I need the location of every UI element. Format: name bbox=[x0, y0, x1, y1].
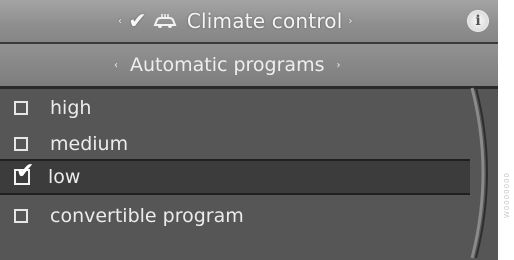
check-icon: ✔ bbox=[128, 8, 147, 34]
title-right-arrow-icon[interactable]: › bbox=[349, 16, 353, 27]
section-title-group[interactable]: ‹ Automatic programs › bbox=[114, 52, 340, 78]
checkbox-icon[interactable] bbox=[14, 101, 28, 115]
section-left-arrow-icon[interactable]: ‹ bbox=[114, 60, 118, 71]
checkbox-icon[interactable] bbox=[14, 209, 28, 223]
section-header: ‹ Automatic programs › bbox=[0, 44, 498, 89]
idrive-screen: ‹ ✔ Climate control › i ‹ Automatic prog… bbox=[0, 0, 498, 260]
page-title: Climate control bbox=[186, 9, 343, 33]
checkmark-icon: ✔ bbox=[16, 159, 35, 184]
checked-checkbox-icon[interactable]: ✔ bbox=[14, 161, 34, 185]
program-label: low bbox=[48, 166, 81, 188]
section-right-arrow-icon[interactable]: › bbox=[336, 60, 340, 71]
program-item-low[interactable]: ✔ low bbox=[0, 159, 470, 195]
program-label: high bbox=[50, 97, 92, 119]
program-item-convertible[interactable]: convertible program bbox=[0, 199, 470, 233]
program-item-high[interactable]: high bbox=[0, 91, 470, 125]
program-list: high medium ✔ low convertible program bbox=[0, 89, 470, 260]
scrollbar[interactable] bbox=[470, 86, 498, 260]
program-label: medium bbox=[50, 133, 129, 155]
side-watermark: W0000000 bbox=[503, 172, 511, 219]
program-label: convertible program bbox=[50, 205, 244, 227]
title-left-arrow-icon[interactable]: ‹ bbox=[118, 16, 122, 27]
info-icon[interactable]: i bbox=[467, 10, 489, 32]
checkbox-icon[interactable] bbox=[14, 137, 28, 151]
title-group[interactable]: ‹ ✔ Climate control › bbox=[118, 7, 353, 35]
section-title: Automatic programs bbox=[130, 54, 325, 76]
car-seat-icon bbox=[153, 14, 177, 28]
program-item-medium[interactable]: medium bbox=[0, 127, 470, 161]
title-bar: ‹ ✔ Climate control › i bbox=[0, 0, 498, 44]
